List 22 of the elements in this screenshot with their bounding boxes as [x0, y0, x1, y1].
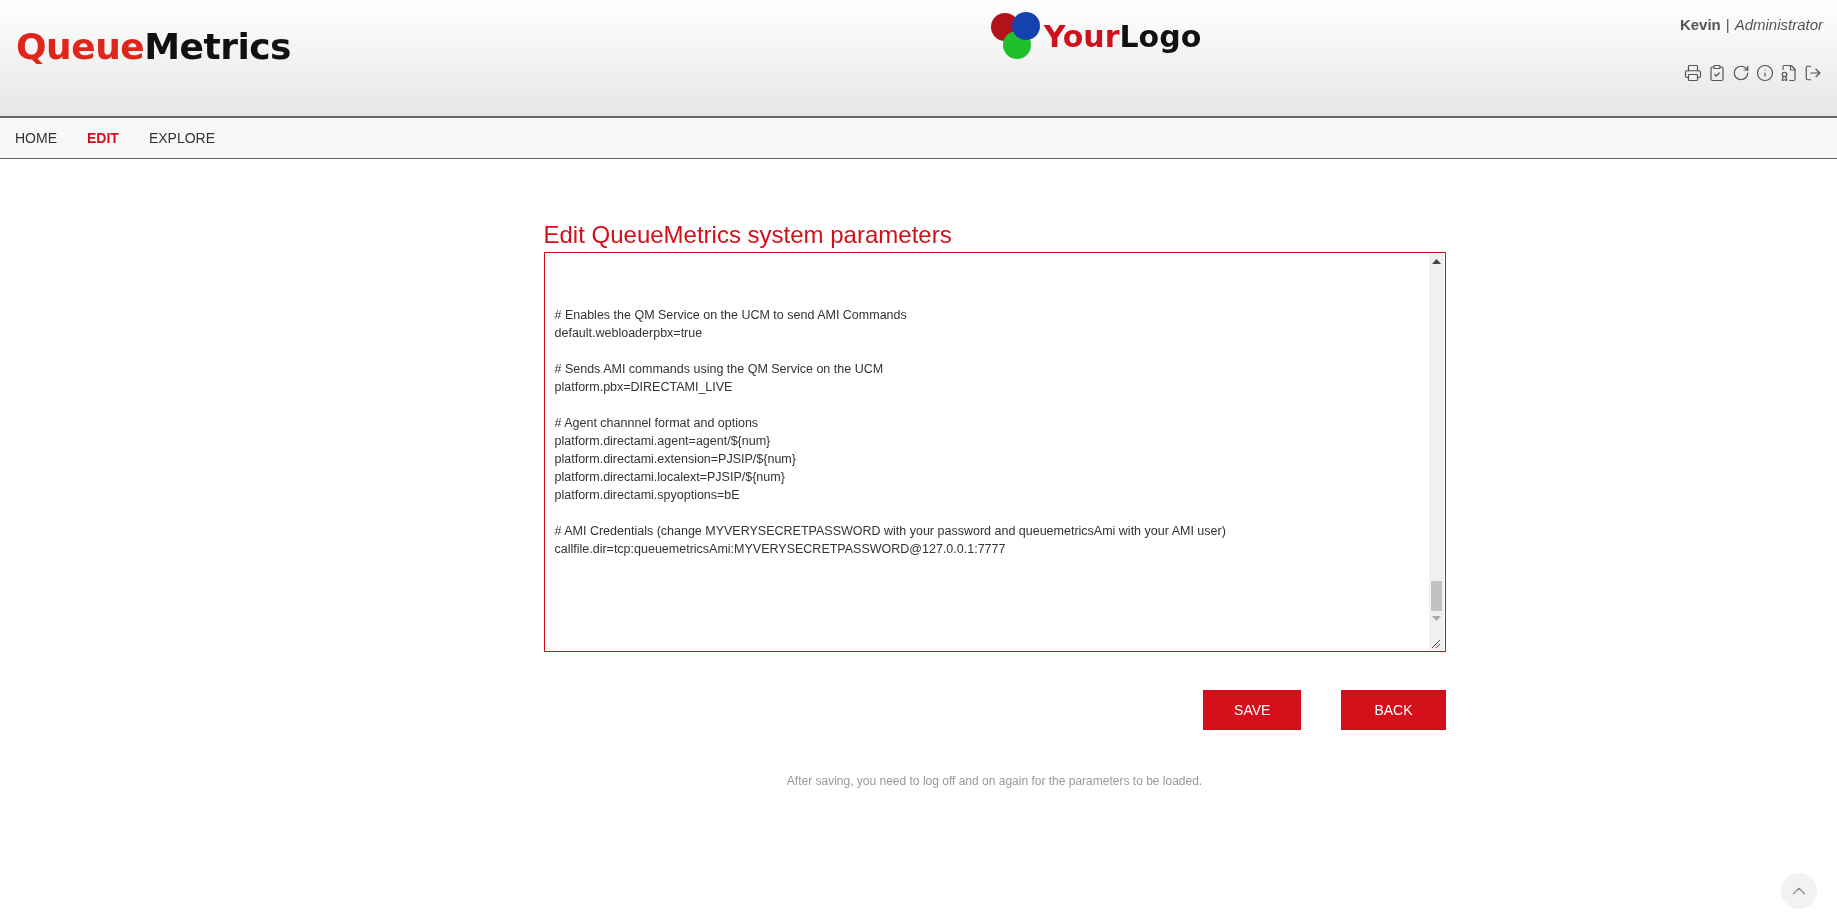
- document-badge-icon[interactable]: [1779, 63, 1799, 83]
- scroll-thumb[interactable]: [1430, 581, 1442, 611]
- clipboard-icon[interactable]: [1707, 63, 1727, 83]
- resize-grip-icon[interactable]: [1431, 639, 1441, 649]
- info-icon[interactable]: [1755, 63, 1775, 83]
- info-note: After saving, you need to log off and on again for the parameters to be loaded.: [785, 774, 1204, 788]
- scroll-up-arrow-icon[interactable]: [1431, 259, 1441, 264]
- save-button[interactable]: SAVE: [1203, 690, 1302, 730]
- nav-tab[interactable]: HOME: [15, 130, 57, 146]
- separator: |: [1725, 16, 1730, 33]
- back-button[interactable]: BACK: [1341, 690, 1446, 730]
- user-role: Administrator: [1734, 16, 1823, 33]
- logout-icon[interactable]: [1803, 63, 1823, 83]
- parameters-text-area[interactable]: # Enables the QM Service on the UCM to send AMI Commands default.webloaderpbx=true # Sends AMI commands using the QM Service on the UCM platform.pbx=DIRECTAMI_LIVE # Agent channnel format and options platform.directami.agent=agent/${num} platform.directami.extension=PJSIP/${num} platform.directami.localext=PJSIP/${num} platform.directami.spyoptions=bE # AMI Credentials (change MYVERYSECRETPASSWORD with your password and queuemetricsAmi with your AMI user) callfile.dir=tcp:queuemetricsAmi:MYVERYSECRETPASSWORD@127.0.0.1:7777: [543, 252, 1446, 652]
- queuemetrics-logo: QueueMetrics: [16, 26, 292, 67]
- printer-icon[interactable]: [1683, 63, 1703, 83]
- user-name: Kevin: [1679, 16, 1721, 33]
- nav-tab[interactable]: EXPLORE: [148, 130, 216, 146]
- page-title: Edit QueueMetrics system parameters: [543, 221, 953, 249]
- yourlogo-wordmark: YourLogo: [1043, 18, 1202, 54]
- refresh-icon[interactable]: [1731, 63, 1751, 83]
- nav-tab[interactable]: EDIT: [87, 130, 119, 146]
